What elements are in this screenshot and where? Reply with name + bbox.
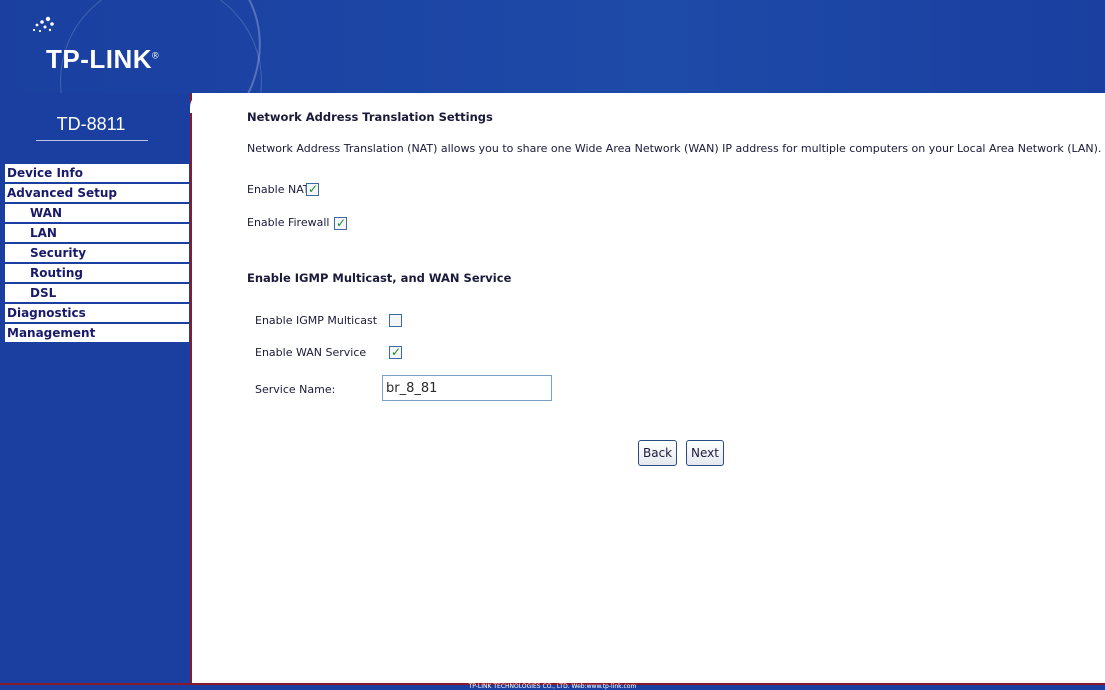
menu-item-routing[interactable]: Routing — [5, 264, 189, 283]
enable-firewall-checkbox[interactable]: ✓ — [334, 216, 347, 230]
main-panel-corner — [190, 93, 220, 113]
sidebar-menu: Device Info Advanced Setup WAN LAN Secur… — [5, 164, 189, 344]
service-name-label: Service Name: — [255, 383, 336, 396]
check-icon: ✓ — [308, 182, 319, 196]
menu-item-diagnostics[interactable]: Diagnostics — [5, 304, 189, 323]
logo: TP-LINK® — [46, 44, 159, 75]
menu-item-advanced-setup[interactable]: Advanced Setup — [5, 184, 189, 203]
enable-nat-label: Enable NAT — [247, 183, 310, 196]
service-name-input[interactable] — [382, 375, 552, 401]
header-banner: TP-LINK® — [0, 0, 1105, 93]
menu-item-lan[interactable]: LAN — [5, 224, 189, 243]
logo-dots-icon — [32, 16, 54, 33]
enable-igmp-checkbox[interactable] — [389, 314, 402, 327]
check-icon: ✓ — [391, 345, 402, 359]
menu-item-wan[interactable]: WAN — [5, 204, 189, 223]
trademark: ® — [152, 50, 160, 61]
logo-text: TP-LINK — [46, 44, 153, 74]
menu-item-device-info[interactable]: Device Info — [5, 164, 189, 183]
model-underline — [36, 140, 148, 141]
section-title-igmp-wan: Enable IGMP Multicast, and WAN Service — [247, 271, 512, 285]
model-name: TD-8811 — [56, 114, 126, 134]
menu-item-security[interactable]: Security — [5, 244, 189, 263]
footer-text: TP-LINK TECHNOLOGIES CO., LTD. Web:www.t… — [468, 683, 637, 690]
page-description: Network Address Translation (NAT) allows… — [247, 142, 1102, 155]
enable-wan-label: Enable WAN Service — [255, 346, 367, 359]
enable-igmp-label: Enable IGMP Multicast — [255, 314, 378, 327]
back-button[interactable]: Back — [638, 440, 678, 466]
next-button[interactable]: Next — [686, 440, 724, 466]
check-icon: ✓ — [336, 216, 347, 230]
menu-item-dsl[interactable]: DSL — [5, 284, 189, 303]
enable-wan-checkbox[interactable]: ✓ — [389, 345, 402, 359]
enable-firewall-label: Enable Firewall — [247, 216, 330, 229]
menu-item-management[interactable]: Management — [5, 324, 189, 343]
page-title: Network Address Translation Settings — [247, 110, 493, 124]
enable-nat-checkbox[interactable]: ✓ — [306, 182, 319, 196]
